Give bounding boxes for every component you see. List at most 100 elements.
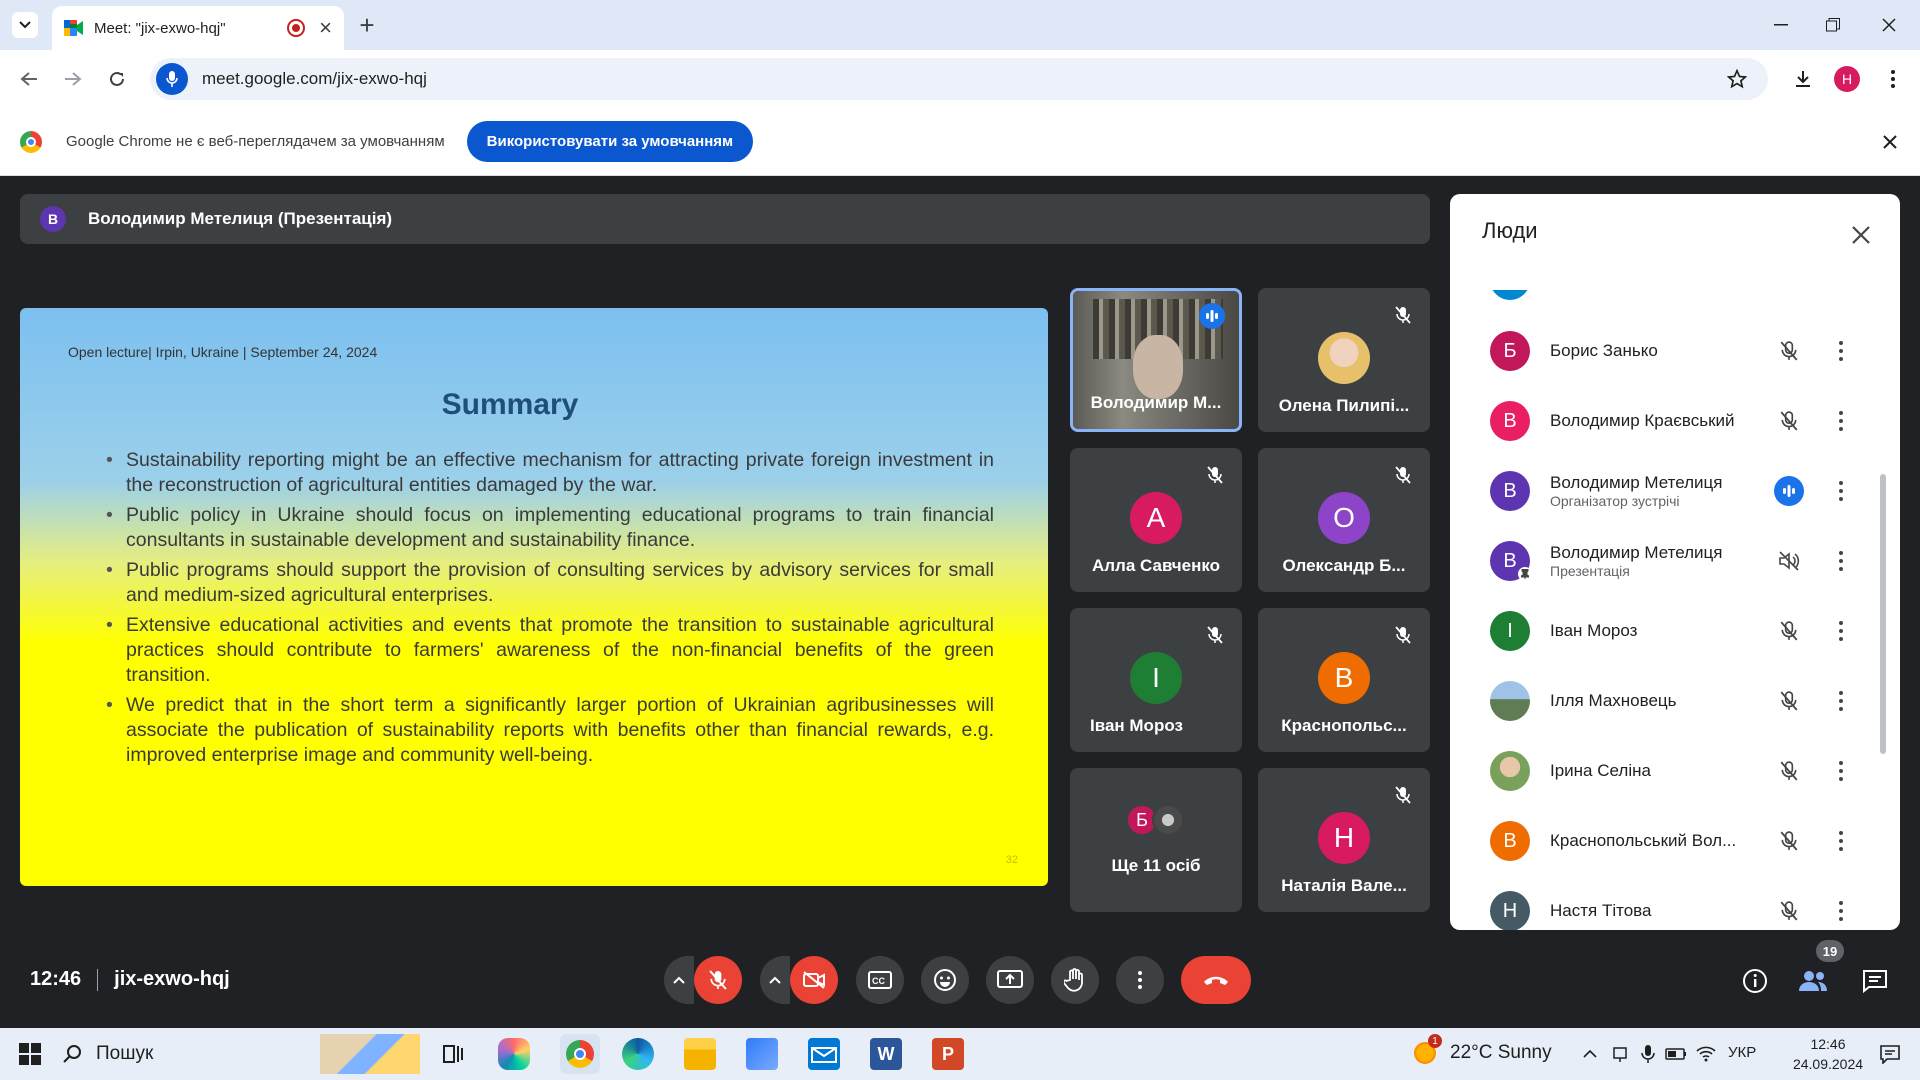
chat-icon[interactable] xyxy=(1860,966,1890,996)
bookmark-star-icon[interactable] xyxy=(1724,66,1750,92)
reload-icon[interactable] xyxy=(102,64,132,94)
more-options-icon[interactable] xyxy=(1834,896,1848,926)
person-avatar-initial: В xyxy=(1503,549,1517,572)
person-row[interactable]: І Іван Мороз xyxy=(1490,596,1860,666)
task-view-icon[interactable] xyxy=(436,1038,468,1070)
tab-title: Meet: "jix-exwo-hqj" xyxy=(94,19,226,37)
more-options-icon[interactable] xyxy=(1834,546,1848,576)
participant-tile-7[interactable]: Н Наталія Вале... xyxy=(1258,768,1430,912)
present-screen-button[interactable] xyxy=(986,956,1034,1004)
minimize-icon[interactable] xyxy=(1766,10,1796,40)
person-name: Краснопольський Вол... xyxy=(1550,831,1737,850)
weather-badge: 1 xyxy=(1428,1034,1442,1048)
back-arrow-icon[interactable] xyxy=(14,64,44,94)
person-row[interactable]: Б Борис Занько xyxy=(1490,316,1860,386)
person-name: Ілля Махновець xyxy=(1550,691,1677,710)
more-options-button[interactable] xyxy=(1116,956,1164,1004)
ms-store-icon[interactable] xyxy=(746,1038,778,1070)
person-photo xyxy=(1490,681,1530,721)
mic-toggle-button[interactable] xyxy=(694,956,742,1004)
network-adapter-icon[interactable] xyxy=(1608,1042,1632,1066)
participant-avatar: Н xyxy=(1318,812,1370,864)
raise-hand-button[interactable] xyxy=(1051,956,1099,1004)
mic-off-icon[interactable] xyxy=(1774,896,1804,926)
meeting-code: jix-exwo-hqj xyxy=(114,968,230,990)
participant-name: Олена Пилипі... xyxy=(1278,396,1410,415)
infobar-close-icon[interactable] xyxy=(1878,130,1902,154)
input-language[interactable]: УКР xyxy=(1728,1044,1756,1061)
windows-start-icon[interactable] xyxy=(18,1042,42,1066)
chrome-menu-icon[interactable] xyxy=(1880,64,1906,94)
audio-off-icon[interactable] xyxy=(1774,546,1804,576)
mic-off-icon[interactable] xyxy=(1774,756,1804,786)
address-bar[interactable]: meet.google.com/jix-exwo-hqj xyxy=(150,58,1768,100)
more-options-icon[interactable] xyxy=(1834,616,1848,646)
microphone-in-use-icon[interactable] xyxy=(1636,1042,1660,1066)
person-row[interactable]: В Володимир Краєвський xyxy=(1490,386,1860,456)
clock[interactable]: 12:46 24.09.2024 xyxy=(1786,1034,1870,1074)
profile-avatar[interactable]: Н xyxy=(1834,66,1860,92)
restore-icon[interactable] xyxy=(1818,10,1848,40)
copilot-icon[interactable] xyxy=(498,1038,530,1070)
participant-tile-2[interactable]: А Алла Савченко xyxy=(1070,448,1242,592)
participant-tile-more[interactable]: Б Ще 11 осіб xyxy=(1070,768,1242,912)
participant-tile-1[interactable]: Олена Пилипі... xyxy=(1258,288,1430,432)
mic-options-chevron-icon[interactable] xyxy=(664,956,694,1004)
camera-toggle-button[interactable] xyxy=(790,956,838,1004)
slide-header: Open lecture| Irpin, Ukraine | September… xyxy=(68,344,378,360)
more-options-icon[interactable] xyxy=(1834,476,1848,506)
tab-close-icon[interactable]: × xyxy=(319,15,332,41)
mic-off-icon[interactable] xyxy=(1774,826,1804,856)
battery-icon[interactable] xyxy=(1664,1042,1688,1066)
set-default-button[interactable]: Використовувати за умовчанням xyxy=(466,121,754,162)
more-options-icon[interactable] xyxy=(1834,686,1848,716)
leave-call-button[interactable] xyxy=(1181,956,1251,1004)
wifi-icon[interactable] xyxy=(1694,1042,1718,1066)
panel-scrollbar[interactable] xyxy=(1880,474,1886,754)
file-explorer-icon[interactable] xyxy=(684,1038,716,1070)
notification-center-icon[interactable] xyxy=(1876,1042,1904,1066)
person-row[interactable]: Ілля Махновець xyxy=(1490,666,1860,736)
infobar-message: Google Chrome не є веб-переглядачем за у… xyxy=(66,133,445,150)
participant-tile-4[interactable]: І Іван Мороз xyxy=(1070,608,1242,752)
forward-arrow-icon[interactable] xyxy=(58,64,88,94)
more-options-icon[interactable] xyxy=(1834,756,1848,786)
tab-search-chevron-icon[interactable] xyxy=(12,12,38,38)
meeting-info: 12:46 jix-exwo-hqj xyxy=(30,968,230,991)
edge-icon[interactable] xyxy=(622,1038,654,1070)
taskbar-search[interactable]: Пошук xyxy=(62,1032,422,1076)
participant-tile-5[interactable]: В Краснопольс... xyxy=(1258,608,1430,752)
browser-tab-meet[interactable]: Meet: "jix-exwo-hqj" × xyxy=(52,6,344,50)
mic-off-icon[interactable] xyxy=(1774,616,1804,646)
mic-off-icon[interactable] xyxy=(1774,406,1804,436)
participant-avatar: О xyxy=(1318,492,1370,544)
window-close-icon[interactable] xyxy=(1874,10,1904,40)
people-button-icon[interactable] xyxy=(1796,966,1830,996)
reactions-button[interactable] xyxy=(921,956,969,1004)
mail-icon[interactable] xyxy=(808,1038,840,1070)
captions-button[interactable]: CC xyxy=(856,956,904,1004)
word-icon[interactable]: W xyxy=(870,1038,902,1070)
more-options-icon[interactable] xyxy=(1834,826,1848,856)
powerpoint-icon[interactable]: P xyxy=(932,1038,964,1070)
tray-chevron-up-icon[interactable] xyxy=(1578,1042,1602,1066)
mic-off-icon[interactable] xyxy=(1774,686,1804,716)
site-mic-active-icon[interactable] xyxy=(156,63,188,95)
participant-tile-0[interactable]: Володимир М... xyxy=(1070,288,1242,432)
downloads-icon[interactable] xyxy=(1788,64,1818,94)
person-row[interactable]: Н Настя Тітова xyxy=(1490,876,1860,930)
new-tab-plus-icon[interactable]: + xyxy=(352,10,382,40)
panel-close-icon[interactable] xyxy=(1846,220,1876,250)
more-options-icon[interactable] xyxy=(1834,336,1848,366)
person-row[interactable]: В Володимир Метелиця Організатор зустрічі xyxy=(1490,456,1860,526)
person-row[interactable]: В Володимир Метелиця Презентація xyxy=(1490,526,1860,596)
meeting-details-info-icon[interactable] xyxy=(1740,966,1770,996)
more-options-icon[interactable] xyxy=(1834,406,1848,436)
camera-options-chevron-icon[interactable] xyxy=(760,956,790,1004)
weather-text[interactable]: 22°C Sunny xyxy=(1450,1042,1552,1064)
person-row[interactable]: Ірина Селіна xyxy=(1490,736,1860,806)
mic-off-icon[interactable] xyxy=(1774,336,1804,366)
person-row[interactable]: В Краснопольський Вол... xyxy=(1490,806,1860,876)
chrome-taskbar-active[interactable] xyxy=(560,1034,600,1074)
participant-tile-3[interactable]: О Олександр Б... xyxy=(1258,448,1430,592)
